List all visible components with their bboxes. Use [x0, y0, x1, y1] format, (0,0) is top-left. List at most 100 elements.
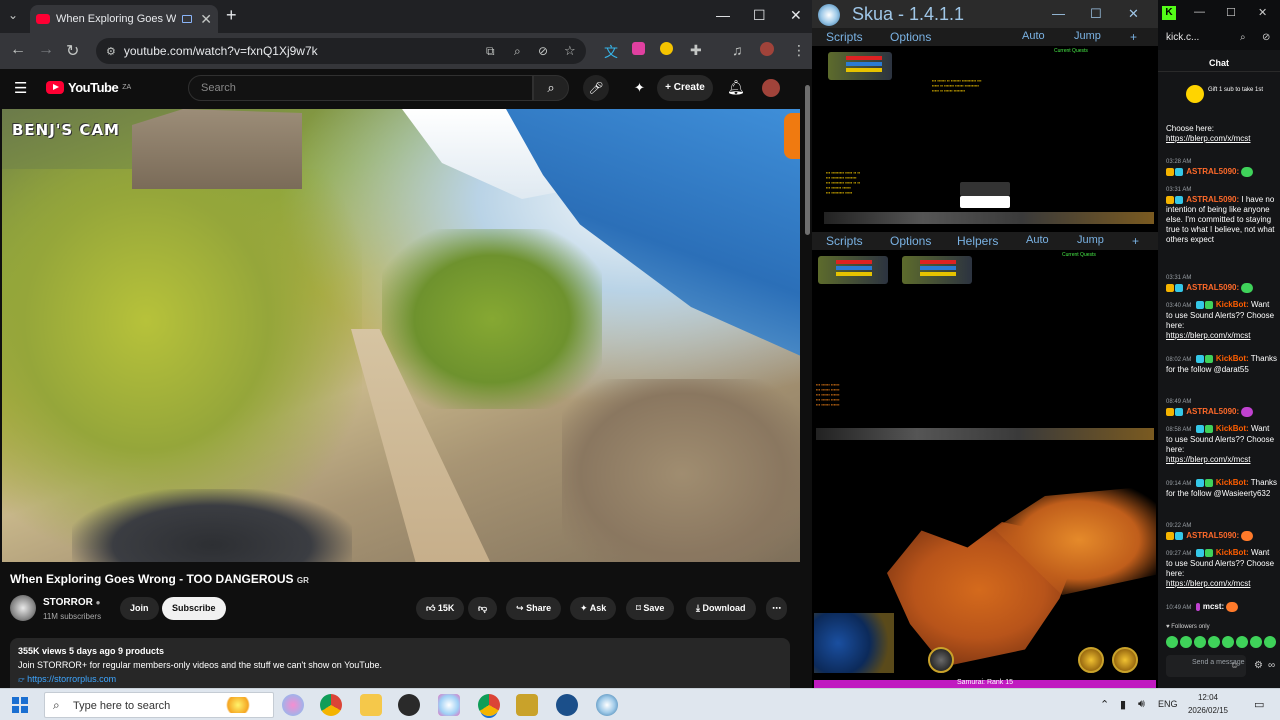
skua-maximize-button[interactable]: ☐ — [1090, 6, 1102, 22]
action-bar-1[interactable] — [824, 212, 1154, 224]
hamburger-menu-icon[interactable]: ☰ — [14, 79, 27, 97]
task-view-icon[interactable] — [282, 694, 304, 716]
media-controls-icon[interactable]: ♫ — [732, 42, 743, 58]
message-user[interactable]: ASTRAL5090: — [1186, 407, 1239, 416]
tray-battery-icon[interactable]: ▮ — [1120, 698, 1126, 711]
menu-auto-2[interactable]: Auto — [1026, 234, 1049, 246]
message-link[interactable]: https://blerp.com/x/mcst — [1166, 134, 1250, 143]
message-user[interactable]: KickBot: — [1216, 354, 1249, 363]
notifications-bell-icon[interactable]: 🔔︎ — [727, 79, 745, 96]
zoom-icon[interactable]: ⌕ — [514, 44, 521, 59]
taskbar-search[interactable]: ⌕ Type here to search — [44, 692, 274, 718]
kick-zoom-icon[interactable]: ⌕ — [1240, 32, 1246, 43]
search-button[interactable]: ⌕ — [533, 75, 569, 101]
channel-name[interactable]: STORROR ● — [43, 597, 100, 608]
save-button[interactable]: ⌑ Save — [626, 597, 675, 620]
page-scrollbar[interactable] — [803, 69, 812, 688]
emote-icon[interactable] — [1264, 636, 1276, 648]
bookmark-star-icon[interactable]: ☆ — [564, 43, 576, 59]
windows-start-icon[interactable] — [12, 697, 28, 713]
maximize-button[interactable]: ☐ — [753, 7, 766, 24]
skua-close-button[interactable]: ✕ — [1128, 6, 1139, 22]
message-link[interactable]: https://blerp.com/x/mcst — [1166, 455, 1250, 464]
kick-close-button[interactable]: ✕ — [1258, 6, 1267, 19]
menu-scripts[interactable]: Scripts — [826, 30, 863, 44]
scrollbar-thumb[interactable] — [805, 85, 810, 235]
menu-jump-2[interactable]: Jump — [1077, 234, 1104, 246]
ask-button[interactable]: ✦ Ask — [570, 597, 617, 620]
share-button[interactable]: ↪ Share — [506, 597, 562, 620]
tab-youtube[interactable]: When Exploring Goes Wrong - TOO DANGEROU… — [30, 5, 218, 33]
dislike-button[interactable]: 👎︎ — [468, 597, 498, 620]
like-button[interactable]: 👍︎ 15K — [416, 597, 465, 620]
address-bar[interactable]: ⚙ youtube.com/watch?v=fxnQ1Xj9w7k ⧉ ⌕ ⊘ … — [96, 38, 586, 64]
skua-taskbar-icon[interactable] — [596, 694, 618, 716]
close-window-button[interactable]: ✕ — [790, 7, 802, 24]
site-info-icon[interactable]: ⚙ — [106, 45, 116, 58]
message-link[interactable]: https://blerp.com/x/mcst — [1166, 579, 1250, 588]
chrome-menu-icon[interactable]: ⋮ — [792, 42, 806, 59]
skua-minimize-button[interactable]: — — [1052, 6, 1065, 21]
forward-button[interactable]: → — [38, 41, 54, 59]
steam-icon[interactable] — [556, 694, 578, 716]
skill-button-1[interactable] — [1078, 647, 1104, 673]
download-button[interactable]: ⤓ Download — [686, 597, 756, 620]
join-button[interactable]: Join — [120, 597, 159, 620]
translate-extension-icon[interactable]: 文 — [604, 42, 618, 62]
video-player[interactable]: BENJ'S CAM — [2, 109, 800, 562]
install-icon[interactable]: ⧉ — [486, 44, 495, 59]
eye-off-icon[interactable]: ⊘ — [538, 44, 548, 58]
emote-icon[interactable] — [1166, 636, 1178, 648]
kick-maximize-button[interactable]: ☐ — [1226, 6, 1236, 19]
description-link[interactable]: 👉︎ https://storrorplus.com — [18, 674, 782, 685]
minimize-button[interactable]: — — [716, 7, 730, 23]
emote-picker-row[interactable] — [1166, 636, 1278, 648]
menu-scripts-2[interactable]: Scripts — [826, 234, 863, 248]
menu-options[interactable]: Options — [890, 30, 931, 44]
tab-close-icon[interactable]: ✕ — [200, 11, 212, 28]
youtube-logo[interactable]: YouTube ZA — [46, 80, 131, 95]
subscribe-button[interactable]: Subscribe — [162, 597, 226, 620]
game-client-2[interactable]: Current Quests ▪▪▪ ▪▪▪▪▪▪ ▪▪▪▪▪▪ ▪▪▪ ▪▪▪▪… — [814, 250, 1156, 442]
menu-plus[interactable]: + — [1130, 30, 1137, 44]
extensions-puzzle-icon[interactable]: ✚ — [690, 42, 702, 59]
tray-chevron-icon[interactable]: ⌃ — [1100, 698, 1109, 711]
menu-plus-2[interactable]: + — [1132, 234, 1139, 248]
account-avatar[interactable] — [762, 79, 780, 97]
game-app-icon[interactable] — [516, 694, 538, 716]
message-user[interactable]: KickBot: — [1216, 548, 1249, 557]
extension-pink-icon[interactable] — [632, 42, 645, 55]
more-actions-button[interactable]: ⋯ — [766, 597, 787, 620]
emote-icon[interactable] — [1222, 636, 1234, 648]
action-bar-2[interactable] — [816, 428, 1154, 440]
extension-yellow-icon[interactable] — [660, 42, 673, 55]
file-explorer-icon[interactable] — [360, 694, 382, 716]
search-input[interactable]: Search — [188, 75, 533, 101]
emote-icon[interactable] — [1194, 636, 1206, 648]
message-link[interactable]: https://blerp.com/x/mcst — [1166, 331, 1250, 340]
tray-language[interactable]: ENG — [1158, 699, 1178, 709]
message-user[interactable]: KickBot: — [1216, 478, 1249, 487]
skill-button-3[interactable] — [928, 647, 954, 673]
chat-users-icon[interactable]: ∞ — [1268, 660, 1275, 671]
paint-icon[interactable] — [438, 694, 460, 716]
message-user[interactable]: KickBot: — [1216, 300, 1249, 309]
emote-icon[interactable] — [1236, 636, 1248, 648]
message-user[interactable]: ASTRAL5090: — [1186, 195, 1239, 204]
skill-button-2[interactable] — [1112, 647, 1138, 673]
obs-icon[interactable] — [398, 694, 420, 716]
channel-avatar[interactable] — [10, 595, 36, 621]
ask-sparkle-icon[interactable]: ✦ — [634, 80, 645, 96]
message-user[interactable]: ASTRAL5090: — [1186, 283, 1239, 292]
chat-settings-icon[interactable]: ⚙ — [1254, 660, 1263, 671]
kick-minimize-button[interactable]: — — [1194, 6, 1205, 18]
chrome-taskbar-icon[interactable] — [320, 694, 342, 716]
description-box[interactable]: 355K views 5 days ago 9 products Join ST… — [10, 638, 790, 688]
chrome-active-icon[interactable] — [478, 694, 500, 716]
menu-auto[interactable]: Auto — [1022, 30, 1045, 42]
gift-sub-banner[interactable]: Gift 1 sub to take 1st — [1164, 82, 1274, 108]
menu-helpers-2[interactable]: Helpers — [957, 234, 998, 248]
emote-icon[interactable] — [1180, 636, 1192, 648]
profile-avatar-icon[interactable] — [760, 42, 774, 56]
game-client-1[interactable]: Current Quests ▪▪▪ ▪▪▪▪▪▪ ▪▪ ▪▪▪▪▪▪▪ ▪▪▪… — [814, 46, 1156, 226]
